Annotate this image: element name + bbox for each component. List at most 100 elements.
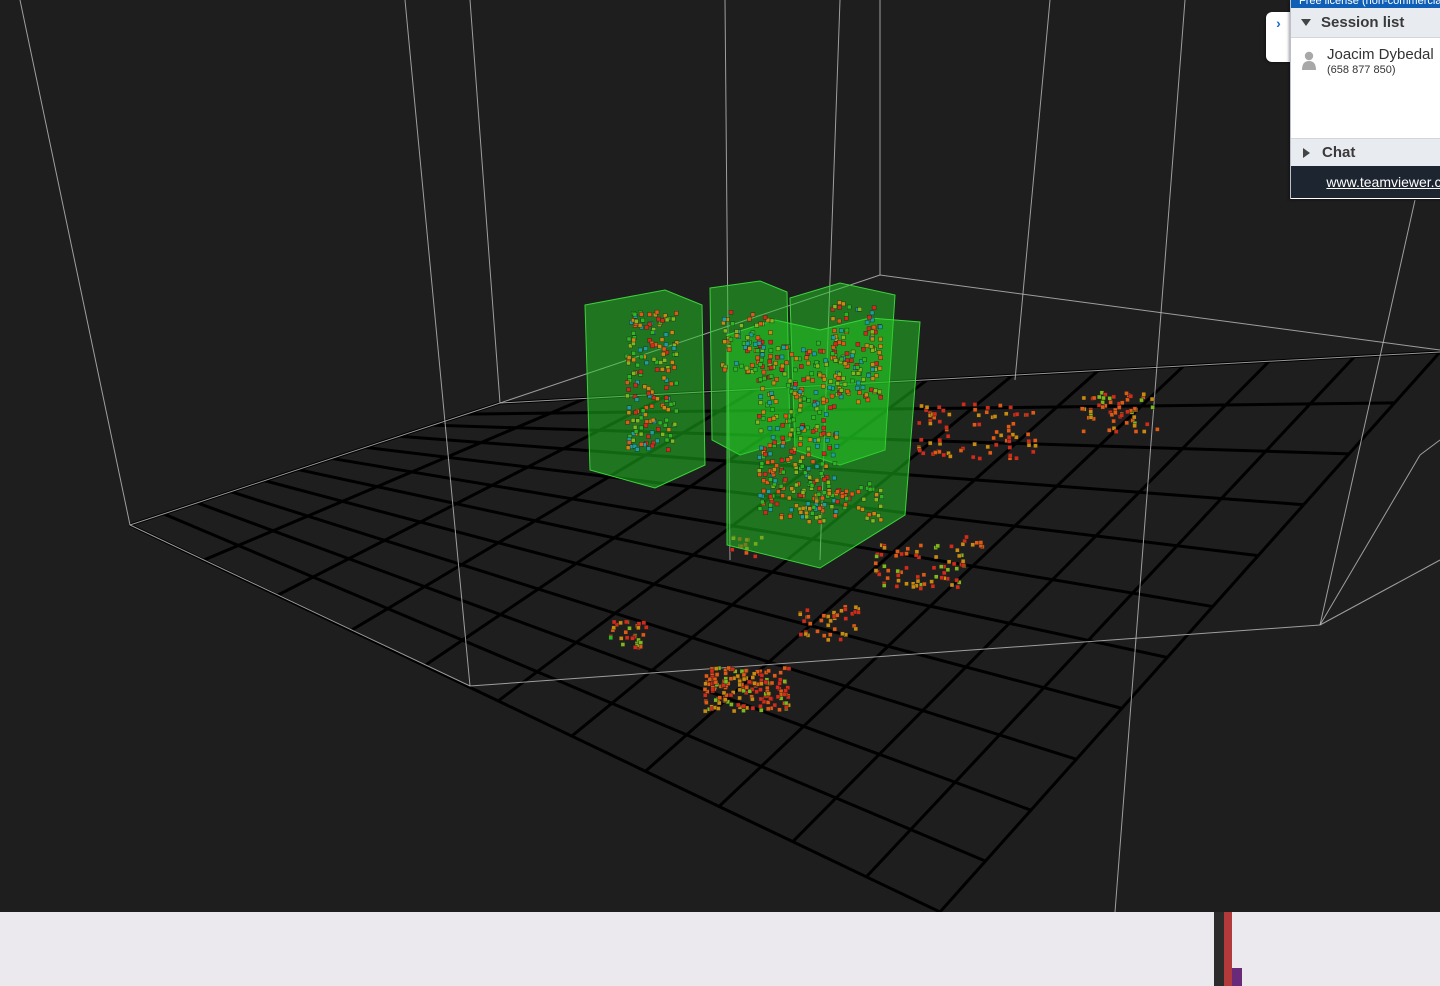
point-marker [844,312,849,317]
point-marker [855,365,860,370]
point-marker [757,468,762,473]
point-marker [664,417,669,423]
point-marker [972,402,978,407]
point-marker [932,411,938,417]
point-marker [1108,400,1113,405]
point-marker [877,389,882,395]
point-marker [633,429,639,434]
point-marker [671,346,677,351]
point-marker [821,396,826,402]
point-marker [778,677,783,682]
point-marker [874,554,879,559]
point-marker [931,565,937,570]
point-marker [745,335,750,340]
3d-viewport[interactable] [0,0,1440,912]
point-marker [669,381,674,387]
point-marker [787,418,792,424]
user-icon [1302,51,1316,70]
frame-line [19,0,131,526]
point-marker [632,312,638,317]
point-marker [849,491,855,497]
point-marker [624,635,630,640]
point-marker [644,419,650,424]
point-marker [717,700,722,706]
point-marker [747,679,752,685]
point-marker [631,371,636,376]
panel-collapse-button[interactable]: › [1266,12,1291,62]
point-marker [660,367,665,372]
point-marker [750,363,755,368]
point-marker [917,420,922,426]
point-marker [728,676,734,681]
point-marker [726,347,732,352]
point-marker [608,635,613,640]
point-marker [870,518,876,524]
point-marker [757,414,762,419]
point-marker [861,347,866,352]
point-marker [960,559,966,564]
point-marker [873,561,878,566]
point-marker [768,494,773,499]
point-marker [1088,409,1094,414]
point-marker [833,358,838,363]
point-marker [780,493,785,498]
session-list-header[interactable]: Session list [1291,8,1440,38]
point-marker [663,342,669,347]
point-marker [856,610,861,615]
point-marker [1088,415,1094,420]
frame-line [879,274,1440,351]
point-marker [806,466,811,471]
point-marker [951,561,957,567]
point-marker [670,438,675,444]
point-marker [787,514,793,519]
point-marker [1155,427,1160,432]
point-cloud-scene[interactable] [0,0,1440,912]
panel-footer: www.teamviewer.com [1291,166,1440,198]
point-marker [843,616,848,621]
point-marker [703,693,708,698]
point-marker [870,348,875,353]
point-marker [856,380,861,386]
point-marker [723,697,728,702]
point-marker [811,415,816,420]
point-marker [992,414,998,419]
point-marker [761,345,766,350]
point-marker [634,397,640,402]
point-marker [760,386,765,391]
point-marker [788,432,793,438]
point-marker [767,359,772,364]
point-marker [1033,438,1038,443]
point-marker [647,312,652,317]
point-marker [747,689,752,694]
point-marker [815,444,820,449]
website-link[interactable]: www.teamviewer.com [1326,174,1440,190]
point-marker [820,461,825,467]
point-marker [744,550,749,556]
point-marker [1125,409,1130,414]
point-marker [766,489,771,494]
point-marker [794,356,799,361]
point-marker [871,324,877,330]
point-marker [666,447,671,452]
point-marker [804,355,809,360]
point-marker [754,323,759,328]
point-marker [918,543,924,548]
point-marker [773,399,779,404]
point-marker [793,367,798,373]
point-marker [734,329,739,334]
point-marker [924,405,930,410]
point-marker [985,405,990,410]
chat-header[interactable]: Chat [1291,138,1440,166]
point-marker [867,512,872,517]
point-marker [713,680,719,685]
point-marker [775,426,780,431]
point-marker [814,478,820,483]
point-marker [643,423,649,428]
point-marker [739,669,745,674]
point-marker [961,563,966,568]
point-marker [837,340,842,345]
point-marker [844,489,849,494]
point-marker [758,394,763,399]
point-marker [821,384,826,389]
grid-line [264,479,1123,710]
